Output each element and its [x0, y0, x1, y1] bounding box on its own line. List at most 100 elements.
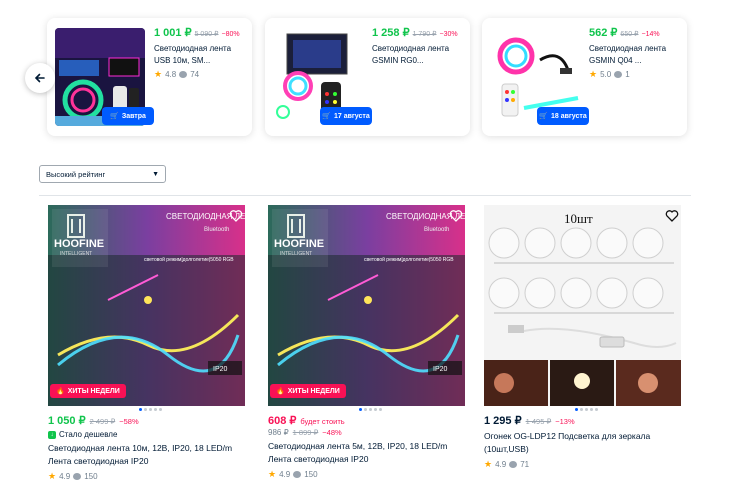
- current-price: 986 ₽: [268, 428, 289, 437]
- price: 1 295 ₽: [484, 415, 522, 427]
- discount: −14%: [641, 31, 660, 38]
- carousel-card[interactable]: 1 258 ₽ 1 790 ₽ −30% Светодиодная лента …: [265, 18, 470, 136]
- carousel-card[interactable]: 562 ₽ 650 ₽ −14% Светодиодная лента GSMI…: [482, 18, 687, 136]
- product-title[interactable]: Светодиодная лента GSMIN Q04 ...: [589, 43, 681, 67]
- arrow-down-icon: ↓: [48, 430, 56, 439]
- star-icon: ★: [48, 471, 57, 481]
- product-title[interactable]: Светодиодная лента 10м, 12В, IP20, 18 LE…: [48, 442, 248, 468]
- brand-name: HOOFINE: [274, 238, 324, 250]
- rating-value: 4.9: [59, 472, 71, 481]
- badge-label: ХИТЫ НЕДЕЛИ: [67, 387, 120, 395]
- hit-badge: 🔥 ХИТЫ НЕДЕЛИ: [50, 384, 126, 398]
- ip-label: IP20: [213, 366, 228, 373]
- star-icon: ★: [484, 459, 493, 469]
- image-pagination: [48, 408, 253, 411]
- fire-icon: 🔥: [56, 388, 65, 395]
- rating-value: 4.9: [495, 460, 507, 469]
- rating-row: ★ 5.0 1: [589, 69, 681, 80]
- reviews-count: 1: [625, 70, 630, 79]
- image-pagination: [268, 408, 473, 411]
- box-text: световой режим|долголетие|5050 RGB: [364, 256, 454, 263]
- discount: −30%: [439, 31, 458, 38]
- discount: −80%: [221, 31, 240, 38]
- box-subtitle: Bluetooth: [204, 227, 229, 233]
- rating-value: 5.0: [600, 70, 612, 79]
- box-label: 10шт: [564, 211, 593, 226]
- product-image[interactable]: 10шт: [484, 205, 681, 406]
- reviews-icon: [73, 473, 82, 480]
- rating-value: 4.8: [165, 70, 177, 79]
- ip-label: IP20: [433, 366, 448, 373]
- delivery-label: 17 августа: [333, 112, 370, 120]
- discount: −58%: [119, 417, 139, 426]
- price-drop-label: ↓ Стало дешевле: [48, 430, 253, 439]
- reviews-icon: [179, 71, 188, 78]
- product-title[interactable]: Светодиодная лента GSMIN RG0...: [372, 43, 464, 67]
- sort-value: Высокий рейтинг: [46, 169, 106, 179]
- old-price: 5 090 ₽: [194, 31, 219, 38]
- old-price: 1 495 ₽: [525, 417, 552, 426]
- price: 1 001 ₽: [154, 27, 192, 39]
- reviews-count: 71: [520, 460, 530, 469]
- rating-row: ★ 4.9 71: [484, 459, 689, 470]
- price: 608 ₽: [268, 415, 297, 427]
- add-to-cart-button[interactable]: 🛒 17 августа: [320, 107, 372, 125]
- price: 562 ₽: [589, 27, 618, 39]
- price: 1 050 ₽: [48, 415, 86, 427]
- rating-row: ★ 4.8 74: [154, 69, 246, 80]
- heart-icon[interactable]: [449, 209, 463, 223]
- carousel-card[interactable]: 1 001 ₽ 5 090 ₽ −80% Светодиодная лента …: [47, 18, 252, 136]
- box-text: световой режим|долголетие|5050 RGB: [144, 256, 234, 263]
- rating-row: ★ 4.9 150: [268, 469, 473, 480]
- price: 1 258 ₽: [372, 27, 410, 39]
- heart-icon[interactable]: [665, 209, 679, 223]
- old-price: 1 790 ₽: [412, 31, 437, 38]
- old-price: 1 899 ₽: [292, 428, 319, 437]
- fire-icon: 🔥: [276, 388, 285, 395]
- product-card[interactable]: 10шт 1 295 ₽ 1 495 ₽ −13% Огонек OG-LDP1…: [484, 205, 689, 470]
- image-pagination: [484, 408, 689, 411]
- add-to-cart-button[interactable]: 🛒 Завтра: [102, 107, 154, 125]
- reviews-count: 150: [84, 472, 98, 481]
- heart-icon[interactable]: [229, 209, 243, 223]
- rating-value: 4.9: [279, 470, 291, 479]
- discount: −13%: [555, 417, 575, 426]
- star-icon: ★: [268, 469, 277, 479]
- product-image[interactable]: HOOFINE INTELLIGENT СВЕТОДИОДНАЯ ЛЕНТА B…: [48, 205, 245, 406]
- product-title[interactable]: Светодиодная лента 5м, 12В, IP20, 18 LED…: [268, 440, 468, 466]
- price-drop-text: Стало дешевле: [59, 430, 118, 439]
- sort-select[interactable]: Высокий рейтинг ▼: [39, 165, 166, 183]
- chevron-down-icon: ▼: [152, 170, 159, 178]
- price-note: будет стоить: [300, 417, 345, 426]
- cart-icon: 🛒: [539, 113, 548, 120]
- cart-icon: 🛒: [110, 113, 119, 120]
- brand-name: HOOFINE: [54, 238, 104, 250]
- carousel-prev-button[interactable]: [25, 63, 55, 93]
- product-card[interactable]: HOOFINE INTELLIGENT СВЕТОДИОДНАЯ ЛЕНТ Bl…: [268, 205, 473, 480]
- star-icon: ★: [154, 69, 163, 79]
- delivery-label: Завтра: [121, 112, 146, 120]
- star-icon: ★: [589, 69, 598, 79]
- divider: [39, 195, 691, 196]
- product-title[interactable]: Огонек OG-LDP12 Подсветка для зеркала (1…: [484, 430, 684, 456]
- product-title[interactable]: Светодиодная лента USB 10м, SM...: [154, 43, 246, 67]
- delivery-label: 18 августа: [550, 112, 587, 120]
- reviews-icon: [509, 461, 518, 468]
- reviews-icon: [293, 471, 302, 478]
- reviews-count: 150: [304, 470, 318, 479]
- rating-row: ★ 4.9 150: [48, 471, 253, 482]
- old-price: 650 ₽: [620, 31, 639, 38]
- old-price: 2 499 ₽: [89, 417, 116, 426]
- reviews-count: 74: [190, 70, 200, 79]
- cart-icon: 🛒: [322, 113, 331, 120]
- reviews-icon: [614, 71, 623, 78]
- box-subtitle: Bluetooth: [424, 227, 449, 233]
- brand-subtitle: INTELLIGENT: [60, 251, 92, 257]
- brand-subtitle: INTELLIGENT: [280, 251, 312, 257]
- arrow-left-icon: [34, 73, 45, 83]
- discount: −48%: [322, 428, 342, 437]
- add-to-cart-button[interactable]: 🛒 18 августа: [537, 107, 589, 125]
- product-card[interactable]: HOOFINE INTELLIGENT СВЕТОДИОДНАЯ ЛЕНТА B…: [48, 205, 253, 482]
- product-image[interactable]: HOOFINE INTELLIGENT СВЕТОДИОДНАЯ ЛЕНТ Bl…: [268, 205, 465, 406]
- hit-badge: 🔥 ХИТЫ НЕДЕЛИ: [270, 384, 346, 398]
